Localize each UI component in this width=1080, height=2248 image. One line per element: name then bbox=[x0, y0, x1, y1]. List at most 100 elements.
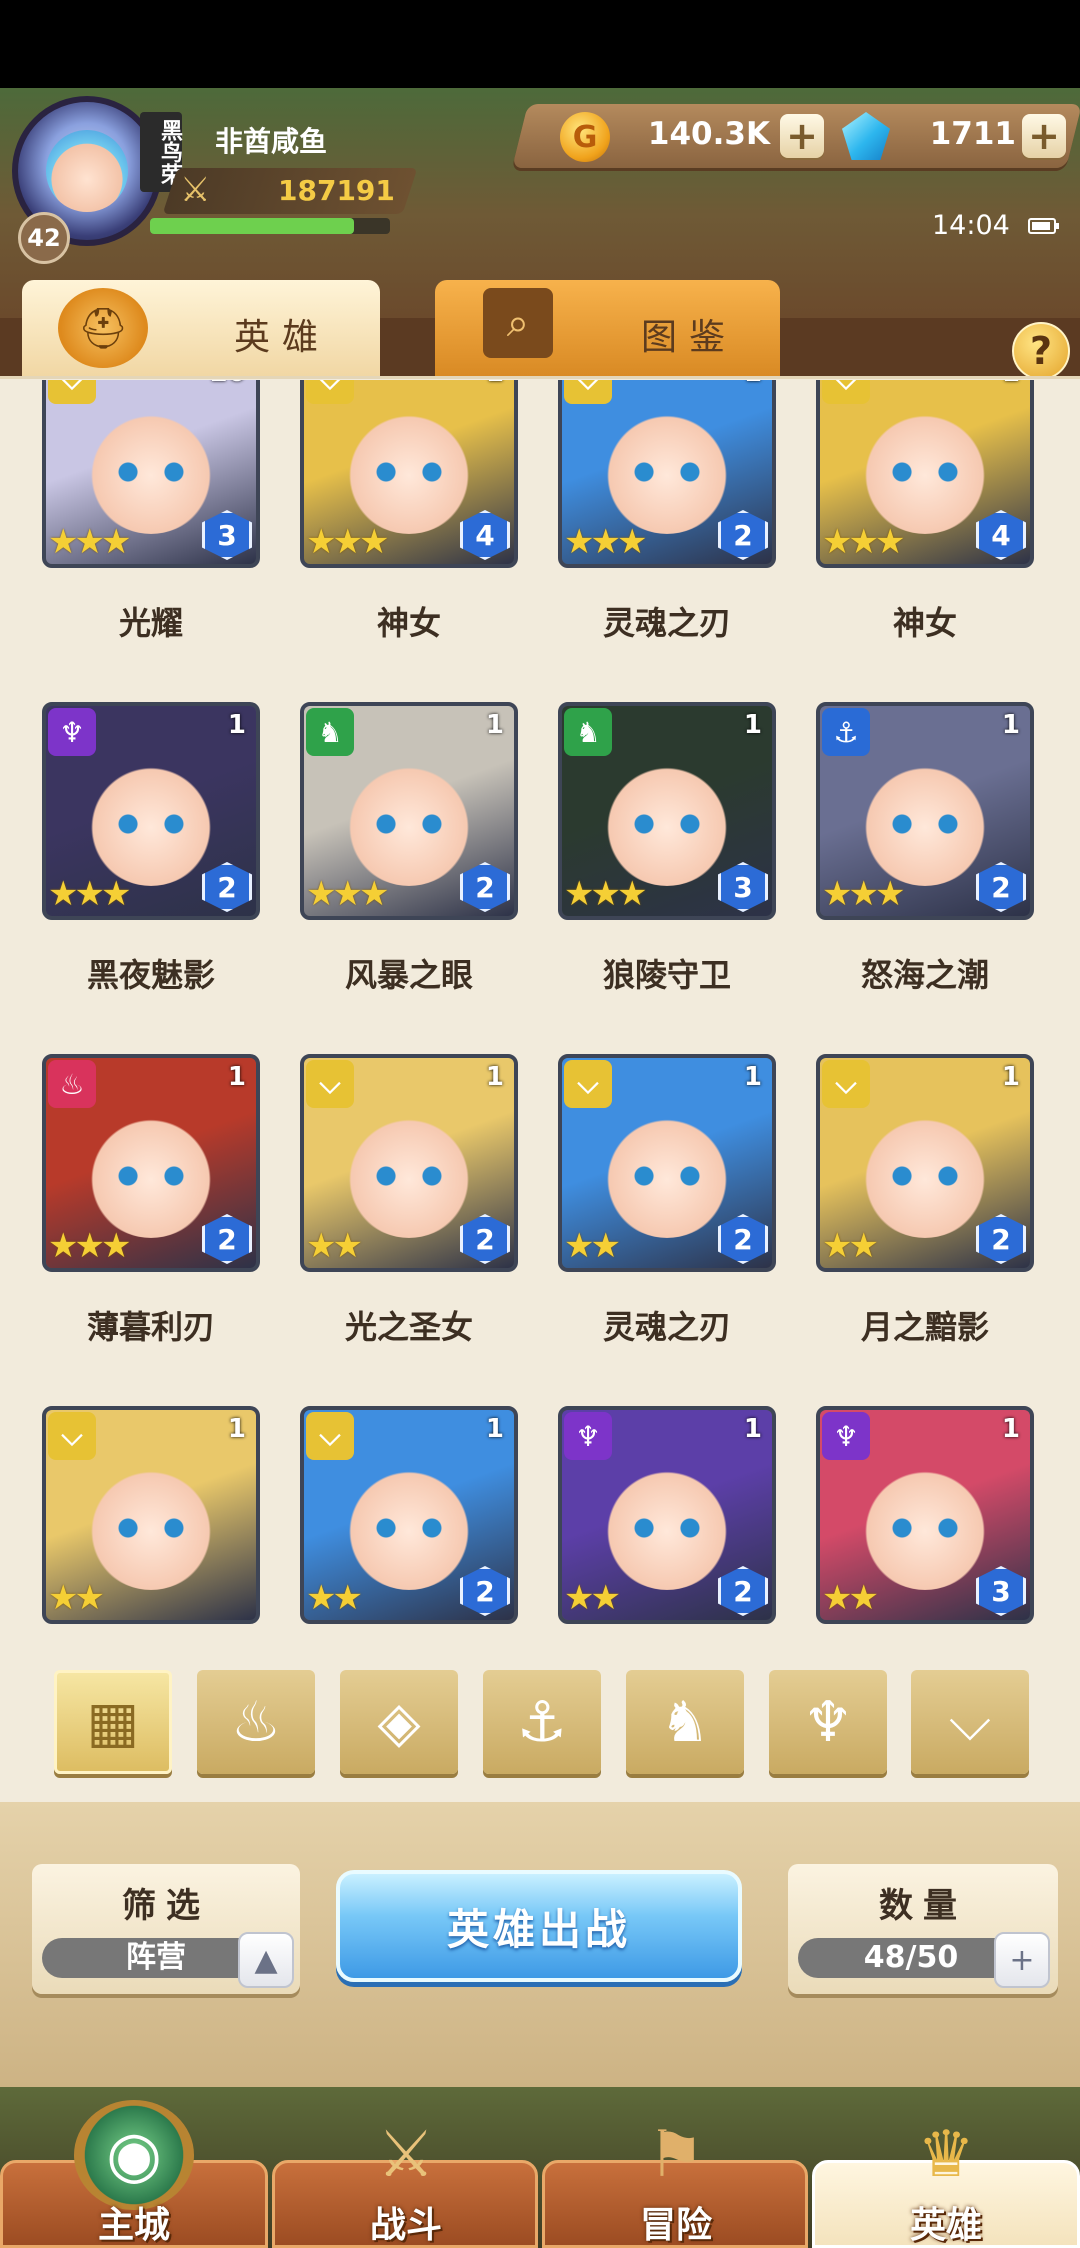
light-faction-icon: ⌵ bbox=[48, 1412, 96, 1460]
hero-stars: ★★★ bbox=[306, 522, 389, 562]
scroll-map-icon: ⚑ bbox=[647, 2118, 705, 2192]
tab-heroes[interactable]: ⛑ 英雄 bbox=[22, 280, 380, 376]
hero-card[interactable]: ⌵ 1 ★★ 2 bbox=[300, 1054, 518, 1272]
hero-level: 1 bbox=[1001, 710, 1020, 740]
beast-faction-icon: ♞ bbox=[306, 708, 354, 756]
avatar-portrait bbox=[46, 130, 128, 212]
hero-stars: ★★ bbox=[822, 1578, 879, 1618]
hero-level: 1 bbox=[744, 380, 762, 388]
hero-stars: ★★ bbox=[564, 1578, 621, 1618]
hero-card[interactable]: ⌵ 1 ★★ 2 bbox=[816, 1054, 1034, 1272]
add-gems-button[interactable]: + bbox=[1022, 114, 1066, 158]
deploy-heroes-button[interactable]: 英雄出战 bbox=[336, 1870, 742, 1982]
hero-name: 风暴之眼 bbox=[344, 956, 473, 994]
hero-name: 光之圣女 bbox=[344, 1308, 473, 1346]
light-faction-icon: ⌵ bbox=[48, 380, 96, 404]
hero-card[interactable]: ⌵1★★★4 bbox=[300, 380, 518, 568]
hero-card[interactable]: ♞ 1 ★★★ 3 bbox=[558, 702, 776, 920]
hero-card[interactable]: ⌵ 1 ★★ bbox=[42, 1406, 260, 1624]
light-faction-icon: ⌵ bbox=[306, 1060, 354, 1108]
hero-stars: ★★ bbox=[822, 1226, 879, 1266]
filter-sea-button[interactable]: ⚓ bbox=[483, 1670, 601, 1774]
filter-beast-button[interactable]: ♞ bbox=[626, 1670, 744, 1774]
hero-level: 20 bbox=[210, 380, 246, 388]
hero-card[interactable]: ⌵1★★★4 bbox=[816, 380, 1034, 568]
dark-faction-icon: ♆ bbox=[48, 708, 96, 756]
hero-eyes bbox=[884, 1166, 966, 1186]
player-name: 非酋咸鱼 bbox=[215, 125, 328, 158]
hero-name: 灵魂之刃 bbox=[602, 604, 731, 642]
exp-bar bbox=[150, 218, 390, 234]
hero-name: 灵魂之刃 bbox=[602, 1308, 731, 1346]
helmet-icon: ⛑ bbox=[58, 288, 148, 368]
light-faction-icon: ⌵ bbox=[306, 380, 354, 404]
hero-eyes bbox=[368, 814, 450, 834]
hero-eyes bbox=[368, 1166, 450, 1186]
hero-card[interactable]: ♞ 1 ★★★ 2 bbox=[300, 702, 518, 920]
light-faction-icon: ⌵ bbox=[306, 1412, 354, 1460]
hero-level: 1 bbox=[485, 1414, 504, 1444]
filter-value[interactable]: 阵营 bbox=[42, 1938, 270, 1978]
tab-album[interactable]: ⌕ 图鉴 bbox=[435, 280, 780, 376]
nav-city-label: 主城 bbox=[97, 2205, 170, 2246]
hero-card[interactable]: ♆ 1 ★★ 3 bbox=[816, 1406, 1034, 1624]
hero-name: 黑夜魅影 bbox=[86, 956, 215, 994]
hero-card[interactable]: ⚓ 1 ★★★ 2 bbox=[816, 702, 1034, 920]
filter-stone-button[interactable]: ◈ bbox=[340, 1670, 458, 1774]
nav-battle-label: 战斗 bbox=[369, 2205, 442, 2246]
hero-stars: ★★★ bbox=[48, 1226, 131, 1266]
filter-title: 筛选 bbox=[122, 1886, 210, 1926]
hero-card[interactable]: ♨ 1 ★★★ 2 bbox=[42, 1054, 260, 1272]
hero-level: 1 bbox=[227, 710, 246, 740]
filter-fire-button[interactable]: ♨ bbox=[197, 1670, 315, 1774]
expand-capacity-button[interactable]: + bbox=[994, 1932, 1050, 1988]
hero-stars: ★★★ bbox=[48, 874, 131, 914]
hero-level: 1 bbox=[1001, 1414, 1020, 1444]
chevron-up-icon[interactable]: ▲ bbox=[238, 1932, 294, 1988]
hero-level: 1 bbox=[1002, 380, 1020, 388]
filter-all-button[interactable]: ▦ bbox=[54, 1670, 172, 1774]
filter-panel: 筛选 阵营 ▲ bbox=[32, 1864, 300, 1994]
hero-eyes bbox=[626, 1166, 708, 1186]
hero-card[interactable]: ⌵1★★★2 bbox=[558, 380, 776, 568]
hero-crest-icon: ♛ bbox=[917, 2118, 975, 2192]
hero-name: 光耀 bbox=[118, 604, 183, 642]
hero-name: 狼陵守卫 bbox=[602, 956, 731, 994]
exp-bar-fill bbox=[150, 218, 354, 234]
add-gold-button[interactable]: + bbox=[780, 114, 824, 158]
hero-eyes bbox=[884, 1518, 966, 1538]
hero-eyes bbox=[110, 1166, 192, 1186]
fire-faction-icon: ♨ bbox=[48, 1060, 96, 1108]
hero-card[interactable]: ⌵20★★★3 bbox=[42, 380, 260, 568]
nav-adventure-label: 冒险 bbox=[639, 2205, 712, 2246]
hero-stars: ★★ bbox=[48, 1578, 105, 1618]
magnifier-icon: ⌕ bbox=[483, 288, 553, 358]
hero-card[interactable]: ♆ 1 ★★★ 2 bbox=[42, 702, 260, 920]
nav-heroes-label: 英雄 bbox=[909, 2205, 982, 2246]
player-level-badge: 42 bbox=[18, 212, 70, 264]
hero-level: 1 bbox=[486, 380, 504, 388]
beast-faction-icon: ♞ bbox=[564, 708, 612, 756]
filter-light-button[interactable]: ⌵ bbox=[911, 1670, 1029, 1774]
filter-dark-button[interactable]: ♆ bbox=[769, 1670, 887, 1774]
hero-card[interactable]: ⌵ 1 ★★ 2 bbox=[300, 1406, 518, 1624]
hero-card[interactable]: ♆ 1 ★★ 2 bbox=[558, 1406, 776, 1624]
hero-name: 薄暮利刃 bbox=[86, 1308, 215, 1346]
hero-card[interactable]: ⌵ 1 ★★ 2 bbox=[558, 1054, 776, 1272]
dark-faction-icon: ♆ bbox=[564, 1412, 612, 1460]
count-panel: 数量 48/50 + bbox=[788, 1864, 1058, 1994]
hero-eyes bbox=[110, 814, 192, 834]
hero-stars: ★★★ bbox=[564, 522, 647, 562]
gold-coin-icon: G bbox=[560, 112, 610, 162]
help-button[interactable]: ? bbox=[1012, 322, 1070, 380]
crossed-swords-icon: ⚔ bbox=[377, 2118, 435, 2192]
status-bar bbox=[0, 0, 1080, 88]
gem-amount: 1711 bbox=[929, 116, 1016, 152]
hero-eyes bbox=[626, 814, 708, 834]
light-faction-icon: ⌵ bbox=[564, 1060, 612, 1108]
hero-level: 1 bbox=[227, 1414, 246, 1444]
hero-eyes bbox=[626, 462, 708, 482]
crossed-swords-icon: ⚔ bbox=[180, 170, 211, 210]
hero-level: 1 bbox=[485, 710, 504, 740]
hero-stars: ★★★ bbox=[822, 522, 905, 562]
